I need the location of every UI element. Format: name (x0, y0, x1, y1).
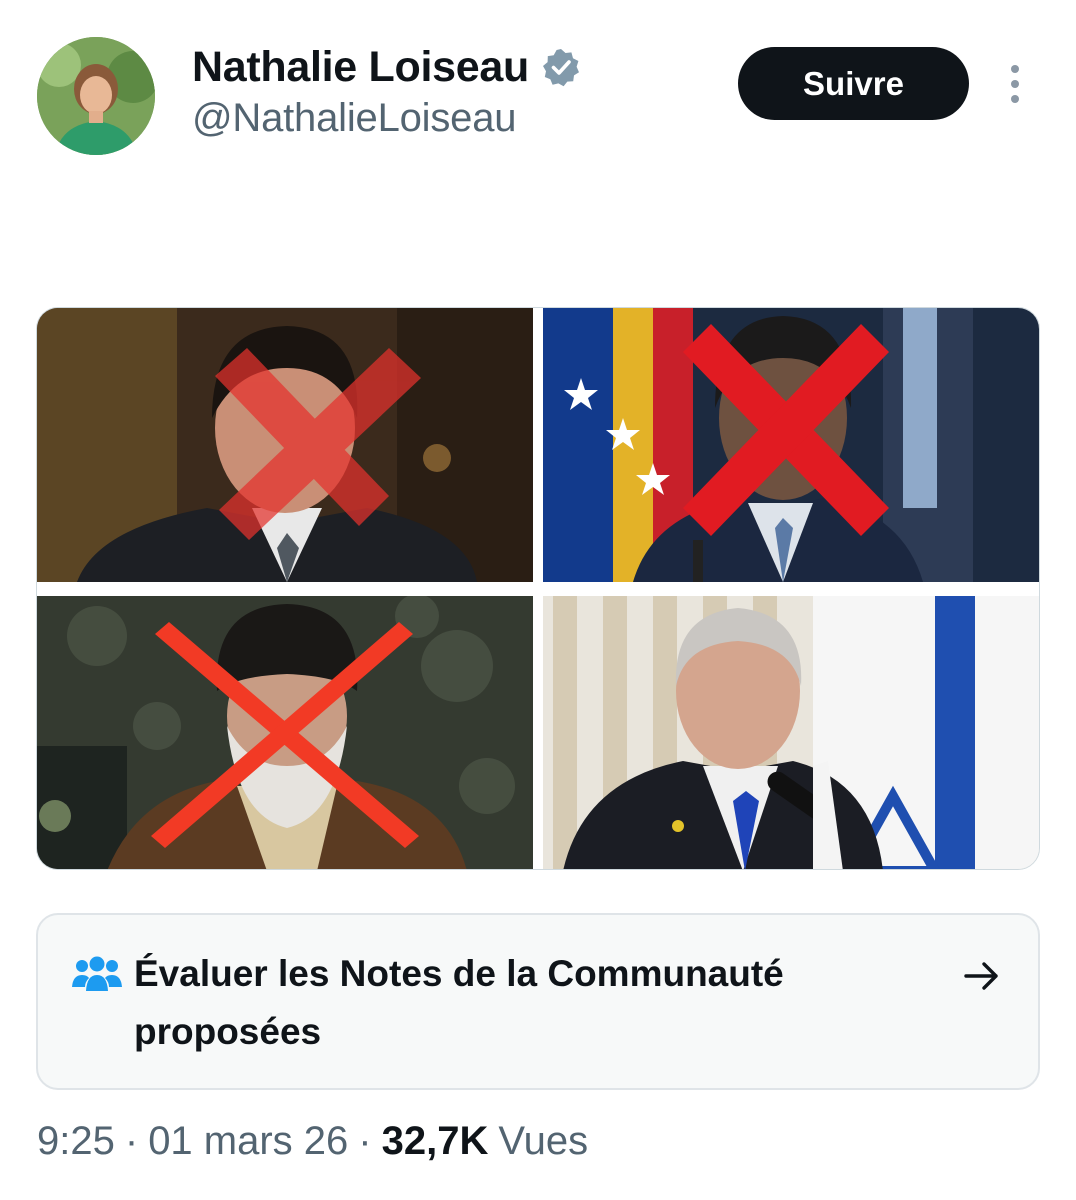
views-count: 32,7K (381, 1118, 489, 1163)
media-image-1[interactable] (37, 308, 533, 582)
arrow-right-icon (964, 962, 998, 990)
display-name-text: Nathalie Loiseau (192, 42, 529, 91)
tweet-meta: 9:25 · 01 mars 26 · 32,7K Vues (37, 1115, 588, 1167)
author-display-name[interactable]: Nathalie Loiseau (192, 40, 581, 94)
tweet-time[interactable]: 9:25 (37, 1119, 115, 1164)
community-notes-label: Évaluer les Notes de la Communauté propo… (134, 953, 784, 1052)
verified-badge-icon (542, 49, 579, 87)
author-avatar[interactable] (37, 37, 155, 155)
people-icon (72, 956, 122, 991)
views-label: Vues (498, 1118, 589, 1163)
media-image-4[interactable] (543, 596, 1039, 869)
follow-button[interactable]: Suivre (738, 47, 969, 120)
community-notes-card[interactable]: Évaluer les Notes de la Communauté propo… (36, 913, 1040, 1090)
meta-separator: · (124, 1118, 139, 1163)
media-image-2[interactable] (543, 308, 1039, 582)
tweet-date[interactable]: 01 mars 26 (148, 1119, 348, 1164)
media-image-3[interactable] (37, 596, 533, 869)
meta-separator: · (358, 1118, 372, 1163)
more-options-icon[interactable] (1000, 62, 1030, 106)
author-handle[interactable]: @NathalieLoiseau (192, 96, 516, 141)
tweet-media-grid (36, 307, 1040, 870)
